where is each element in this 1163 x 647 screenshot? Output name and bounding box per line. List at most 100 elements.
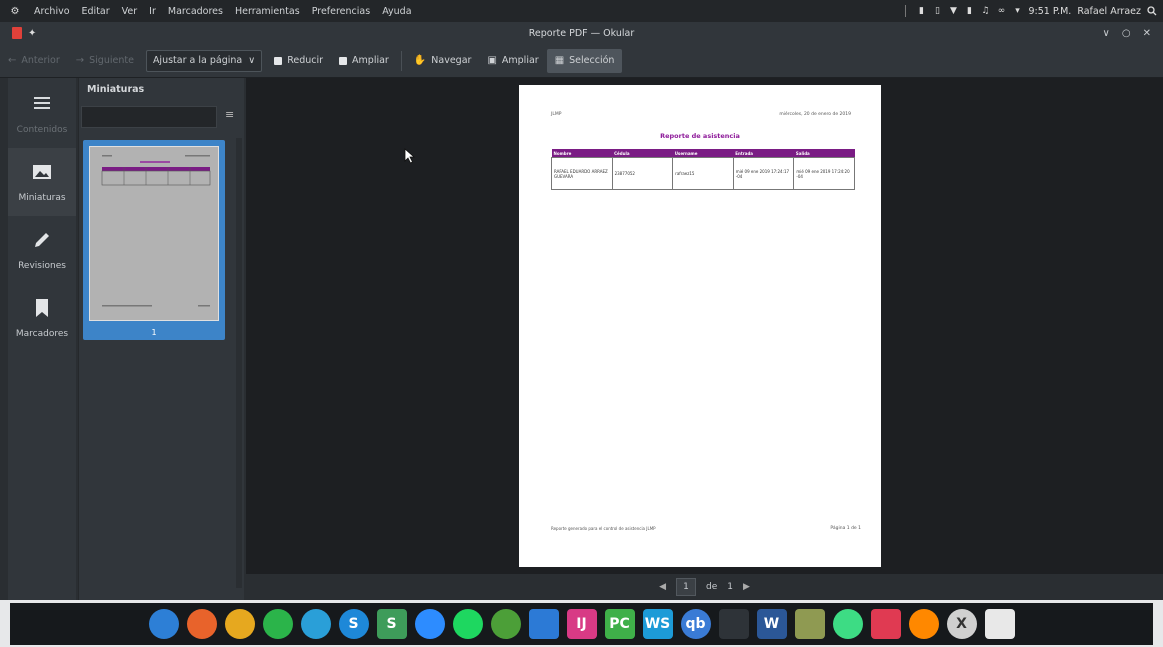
clipboard-icon[interactable]: ▯ [932, 6, 942, 16]
minimize-icon[interactable]: ∨ [1103, 28, 1110, 39]
magnify-tool-button[interactable]: ▣ Ampliar [479, 49, 546, 73]
sidebar-item-label: Marcadores [15, 329, 69, 339]
chrome-icon[interactable] [224, 609, 255, 639]
terminal-icon[interactable] [718, 609, 749, 639]
table-cell: mié 09 ene 2019 17:24:20 -04 [793, 157, 855, 190]
window-title-bar: ✦ Reporte PDF — Okular ∨ ○ ✕ [0, 22, 1163, 44]
vscode-icon[interactable] [528, 609, 559, 639]
menu-ir[interactable]: Ir [143, 6, 162, 17]
previous-page-icon[interactable]: ◀ [659, 582, 666, 592]
sidebar-item-reviews[interactable]: Revisiones [8, 216, 76, 284]
thumbnail-filter-input[interactable] [81, 106, 217, 128]
system-tray: ▮ ▯ ▼ ▮ ♫ ∞ ▾ 9:51 P.M. Rafael Arraez [905, 5, 1163, 17]
tray-separator [905, 5, 907, 17]
slack-icon[interactable]: S [376, 609, 407, 639]
page-of-label: de [706, 582, 718, 592]
device-icon[interactable]: ▮ [964, 6, 974, 16]
battery-icon[interactable]: ▮ [916, 6, 926, 16]
search-icon[interactable] [1147, 6, 1157, 16]
skype-icon[interactable]: S [338, 609, 369, 639]
document-view[interactable]: JLMP miércoles, 20 de enero de 2019 Repo… [246, 78, 1163, 574]
next-button[interactable]: → Siguiente [68, 49, 142, 73]
browse-tool-button[interactable]: ✋ Navegar [406, 49, 480, 73]
screenshot-icon[interactable] [870, 609, 901, 639]
close-icon[interactable]: ✕ [1143, 28, 1151, 39]
whatsapp-icon[interactable] [262, 609, 293, 639]
report-title: Reporte de asistencia [660, 132, 740, 140]
sidebar-item-contents[interactable]: Contenidos [8, 80, 76, 148]
volume-icon[interactable]: ♫ [980, 6, 990, 16]
xserver-icon[interactable]: X [946, 609, 977, 639]
mouse-pointer-icon [404, 148, 416, 164]
sidebar-item-bookmarks[interactable]: Marcadores [8, 284, 76, 352]
zoom-out-button[interactable]: Reducir [266, 49, 331, 73]
list-icon [31, 93, 53, 115]
menu-editar[interactable]: Editar [76, 6, 116, 17]
menu-herramientas[interactable]: Herramientas [229, 6, 306, 17]
notes-icon[interactable] [794, 609, 825, 639]
word-icon[interactable]: W [756, 609, 787, 639]
vlc-icon[interactable] [908, 609, 939, 639]
wifi-icon[interactable]: ▼ [948, 6, 958, 16]
spotify-icon[interactable] [452, 609, 483, 639]
next-page-icon[interactable]: ▶ [743, 582, 750, 592]
toolbar-separator [400, 50, 402, 71]
thumbnails-scrollbar[interactable] [236, 138, 242, 588]
arrow-left-icon: ← [8, 55, 17, 66]
android-icon[interactable] [832, 609, 863, 639]
menu-ver[interactable]: Ver [116, 6, 144, 17]
column-header: Cédula [612, 149, 673, 158]
okular-icon[interactable] [984, 609, 1015, 639]
browse-label: Navegar [431, 55, 472, 66]
plasma-icon[interactable] [148, 609, 179, 639]
thumbnail-page-1[interactable]: 1 [83, 140, 225, 340]
selection-tool-button[interactable]: ▦ Selección [546, 48, 623, 73]
filter-options-icon[interactable]: ≡ [225, 108, 239, 124]
arrow-right-icon: → [75, 55, 85, 66]
next-label: Siguiente [89, 55, 134, 66]
app-menu-icon[interactable]: ⚙ [8, 4, 22, 18]
page-header-left: JLMP [551, 112, 562, 117]
pycharm-icon[interactable]: PC [604, 609, 635, 639]
sidebar-item-label: Contenidos [16, 125, 68, 135]
webstorm-icon[interactable]: WS [642, 609, 673, 639]
bluetooth-icon[interactable]: ∞ [996, 6, 1006, 16]
zoom-in-label: Ampliar [352, 55, 389, 66]
table-cell: 23877052 [611, 157, 674, 190]
zoom-mode-select[interactable]: Ajustar a la página ∨ [145, 49, 263, 72]
qbittorrent-icon[interactable]: qb [680, 609, 711, 639]
maximize-icon[interactable]: ○ [1122, 28, 1131, 39]
sidebar-item-thumbnails[interactable]: Miniaturas [8, 148, 76, 216]
window-title: Reporte PDF — Okular [528, 27, 635, 39]
panel-title: Miniaturas [87, 84, 145, 95]
column-header: Entrada [733, 149, 794, 158]
image-icon [31, 161, 53, 183]
firefox-icon[interactable] [186, 609, 217, 639]
zoom-icon[interactable] [414, 609, 445, 639]
hand-icon: ✋ [413, 55, 427, 66]
pin-icon[interactable]: ✦ [28, 28, 36, 39]
selection-label: Selección [569, 55, 615, 66]
zoom-in-button[interactable]: Ampliar [331, 49, 397, 73]
mongodb-icon[interactable] [490, 609, 521, 639]
user-name[interactable]: Rafael Arraez [1077, 6, 1141, 17]
menu-marcadores[interactable]: Marcadores [162, 6, 229, 17]
telegram-icon[interactable] [300, 609, 331, 639]
magnifier-icon: ▣ [487, 55, 497, 66]
menu-ayuda[interactable]: Ayuda [376, 6, 417, 17]
table-cell: RAFAEL EDUARDO ARRAEZ GUEVARA [551, 157, 613, 190]
zoom-in-icon [339, 56, 348, 65]
tray-expand-icon[interactable]: ▾ [1012, 6, 1022, 16]
previous-button[interactable]: ← Anterior [0, 49, 68, 73]
document-page[interactable]: JLMP miércoles, 20 de enero de 2019 Repo… [519, 85, 881, 567]
clock[interactable]: 9:51 P.M. [1028, 6, 1071, 17]
current-page-input[interactable]: 1 [676, 578, 696, 596]
main-toolbar: ← Anterior → Siguiente Ajustar a la pági… [0, 44, 1163, 78]
application-dock: S S IJ PC WS qb W X [0, 600, 1163, 647]
menu-preferencias[interactable]: Preferencias [306, 6, 377, 17]
menu-archivo[interactable]: Archivo [28, 6, 76, 17]
attendance-table: Nombre Cédula Username Entrada Salida RA… [551, 149, 855, 190]
table-row: RAFAEL EDUARDO ARRAEZ GUEVARA 23877052 r… [551, 157, 855, 190]
intellij-icon[interactable]: IJ [566, 609, 597, 639]
thumbnail-page-number: 1 [151, 328, 157, 337]
